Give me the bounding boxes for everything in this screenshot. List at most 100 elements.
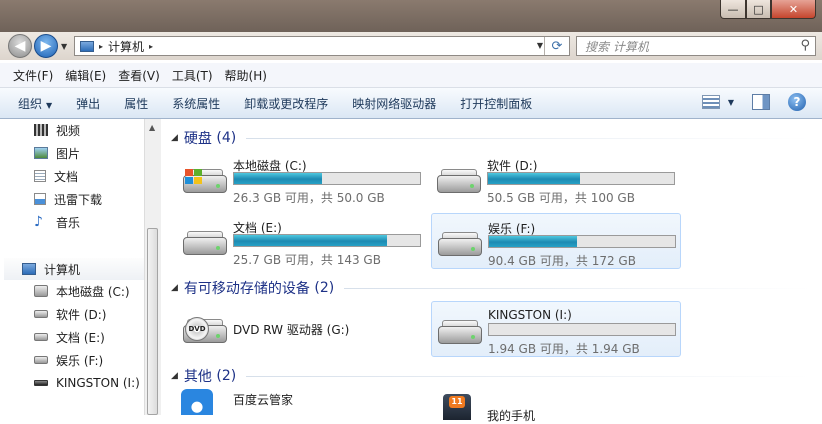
usb-drive-icon (438, 318, 482, 348)
drive-usage-bar (488, 323, 676, 336)
drive-free-space: 25.7 GB 可用，共 143 GB (233, 253, 381, 267)
system-drive-icon (34, 285, 48, 297)
drive-name: DVD RW 驱动器 (G:) (233, 323, 350, 337)
sidebar-item-label: 视频 (56, 123, 81, 138)
drive-tile-dvd[interactable]: DVD DVD RW 驱动器 (G:) (177, 301, 427, 357)
sidebar-item-label: KINGSTON (I:) (56, 376, 140, 390)
sidebar-item-drive-f[interactable]: 娱乐 (F:) (34, 351, 103, 369)
refresh-icon[interactable]: ⟳ (544, 37, 569, 55)
group-header-hard-disks[interactable]: ◢ 硬盘 (4) (171, 128, 811, 148)
recent-pages-dropdown[interactable]: ▼ (61, 42, 67, 51)
group-count: (2) (216, 368, 237, 384)
sidebar-item-thunder-downloads[interactable]: 迅雷下载 (34, 190, 102, 208)
map-network-drive-button[interactable]: 映射网络驱动器 (346, 95, 442, 112)
change-view-icon[interactable] (701, 95, 720, 109)
group-label: 其他 (183, 369, 212, 385)
group-header-removable[interactable]: ◢ 有可移动存储的设备 (2) (171, 278, 811, 298)
help-icon[interactable]: ? (788, 93, 806, 111)
preview-pane-icon[interactable] (752, 94, 770, 110)
maximize-button[interactable]: □ (746, 0, 771, 19)
chevron-down-icon: ▼ (46, 100, 53, 110)
breadcrumb-separator-icon[interactable]: ▸ (99, 42, 103, 51)
group-divider (246, 137, 811, 139)
collapse-icon[interactable]: ◢ (171, 283, 178, 293)
drive-tile-d[interactable]: 软件 (D:) 50.5 GB 可用，共 100 GB (431, 151, 681, 207)
computer-icon (22, 263, 36, 275)
sidebar-item-music[interactable]: ♪ 音乐 (34, 213, 80, 231)
drive-free-space: 1.94 GB 可用，共 1.94 GB (488, 342, 640, 356)
sidebar-item-label: 娱乐 (F:) (56, 353, 104, 368)
address-dropdown-icon[interactable]: ▼ (537, 41, 543, 50)
drive-usage-bar (233, 234, 421, 247)
baidu-cloud-icon (181, 389, 213, 415)
hard-drive-icon (34, 333, 48, 341)
menu-view[interactable]: 查看(V) (118, 67, 160, 84)
group-header-other[interactable]: ◢ 其他 (2) (171, 366, 811, 386)
organize-button[interactable]: 组织 ▼ (12, 95, 58, 112)
address-bar[interactable]: ▸ 计算机 ▸ ▼ ⟳ (74, 36, 570, 56)
close-button[interactable]: ✕ (771, 0, 816, 19)
search-input[interactable]: 搜索 计算机 ⚲ (576, 36, 816, 56)
drive-tile-c[interactable]: 本地磁盘 (C:) 26.3 GB 可用，共 50.0 GB (177, 151, 427, 207)
sidebar-item-label: 文档 (54, 169, 79, 184)
collapse-icon[interactable]: ◢ (171, 133, 178, 143)
sidebar-item-drive-d[interactable]: 软件 (D:) (34, 305, 106, 323)
drive-tile-f[interactable]: 娱乐 (F:) 90.4 GB 可用，共 172 GB (431, 213, 681, 269)
content-pane: ◢ 硬盘 (4) 本地磁盘 (C:) 26.3 GB 可用，共 50.0 GB … (161, 119, 822, 423)
menu-edit[interactable]: 编辑(E) (65, 67, 106, 84)
search-placeholder: 搜索 计算机 (585, 39, 649, 54)
other-item-my-phone[interactable]: 11 我的手机 (443, 389, 535, 424)
scrollbar-thumb[interactable] (147, 228, 158, 415)
hard-drive-icon (34, 356, 48, 364)
drive-free-space: 90.4 GB 可用，共 172 GB (488, 254, 636, 268)
group-count: (2) (314, 280, 335, 296)
sidebar-item-label: 图片 (56, 146, 81, 161)
dvd-drive-icon: DVD (183, 317, 227, 347)
back-button[interactable]: ◀ (8, 34, 32, 58)
drive-usage-bar (487, 172, 675, 185)
computer-icon (80, 40, 94, 52)
sidebar-item-label: 计算机 (44, 262, 81, 277)
navigation-pane: 视频 图片 文档 迅雷下载 ♪ 音乐 计算机 本地磁盘 (C:) 软件 (D:)… (0, 119, 144, 415)
eject-button[interactable]: 弹出 (70, 95, 106, 112)
drive-free-space: 50.5 GB 可用，共 100 GB (487, 191, 635, 205)
phone-icon: 11 (443, 393, 471, 420)
menu-tools[interactable]: 工具(T) (172, 67, 213, 84)
sidebar-item-label: 文档 (E:) (56, 330, 105, 345)
hard-drive-icon (438, 230, 482, 260)
open-control-panel-button[interactable]: 打开控制面板 (454, 95, 538, 112)
dvd-disc-icon: DVD (185, 317, 209, 341)
sidebar-item-videos[interactable]: 视频 (34, 121, 80, 139)
search-icon[interactable]: ⚲ (800, 38, 810, 53)
group-divider (344, 287, 811, 289)
system-drive-icon (183, 167, 227, 197)
minimize-button[interactable]: — (720, 0, 746, 19)
scroll-up-arrow-icon[interactable]: ▲ (149, 123, 155, 132)
view-options-dropdown[interactable]: ▼ (728, 98, 734, 107)
drive-tile-e[interactable]: 文档 (E:) 25.7 GB 可用，共 143 GB (177, 213, 427, 269)
properties-button[interactable]: 属性 (118, 95, 154, 112)
navigation-bar: ◀ ▶ ▼ ▸ 计算机 ▸ ▼ ⟳ 搜索 计算机 ⚲ (0, 32, 822, 60)
picture-icon (34, 147, 48, 159)
sidebar-item-drive-e[interactable]: 文档 (E:) (34, 328, 105, 346)
uninstall-program-button[interactable]: 卸载或更改程序 (238, 95, 334, 112)
sidebar-item-drive-c[interactable]: 本地磁盘 (C:) (34, 282, 130, 300)
command-bar: 组织 ▼ 弹出 属性 系统属性 卸载或更改程序 映射网络驱动器 打开控制面板 ▼ … (0, 88, 822, 119)
menu-file[interactable]: 文件(F) (13, 67, 53, 84)
hard-drive-icon (437, 167, 481, 197)
breadcrumb-computer[interactable]: 计算机 (108, 38, 144, 55)
breadcrumb-separator-icon[interactable]: ▸ (149, 42, 153, 51)
sidebar-item-documents[interactable]: 文档 (34, 167, 78, 185)
item-name: 百度云管家 (233, 392, 294, 407)
forward-button[interactable]: ▶ (34, 34, 58, 58)
sidebar-item-computer[interactable]: 计算机 (22, 260, 80, 278)
sidebar-item-label: 音乐 (56, 215, 81, 230)
menu-help[interactable]: 帮助(H) (225, 67, 267, 84)
other-item-baidu-cloud[interactable]: 百度云管家 (181, 389, 293, 415)
drive-tile-kingston[interactable]: KINGSTON (I:) 1.94 GB 可用，共 1.94 GB (431, 301, 681, 357)
navigation-pane-scrollbar[interactable]: ▲ ≡ (144, 119, 161, 415)
system-properties-button[interactable]: 系统属性 (166, 95, 226, 112)
sidebar-item-pictures[interactable]: 图片 (34, 144, 80, 162)
sidebar-item-drive-i[interactable]: KINGSTON (I:) (34, 374, 140, 392)
collapse-icon[interactable]: ◢ (171, 371, 178, 381)
